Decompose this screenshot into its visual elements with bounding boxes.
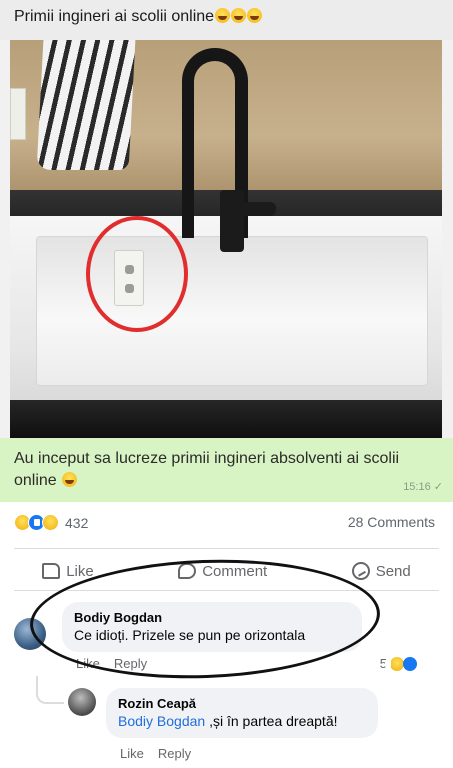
comment-like-button[interactable]: Like	[120, 746, 144, 761]
like-button[interactable]: Like	[42, 563, 94, 580]
like-reaction-icon	[403, 656, 417, 671]
comment-reactions[interactable]: 5	[380, 656, 417, 671]
mention-link[interactable]: Bodiy Bogdan	[118, 713, 205, 729]
laughing-emoji-icon	[215, 8, 231, 23]
faucet-handle	[242, 202, 276, 216]
post-caption: Primii ingineri ai scolii online	[0, 0, 453, 40]
wow-reaction-icon	[42, 514, 59, 531]
caption-text: Primii ingineri ai scolii online	[14, 8, 215, 25]
comment-text: Bodiy Bogdan ,și în partea dreaptă!	[118, 713, 366, 729]
send-label: Send	[375, 562, 411, 580]
avatar[interactable]	[68, 688, 96, 716]
screen: Primii ingineri ai scolii online Au ince…	[0, 0, 453, 768]
reactions-summary[interactable]: 432	[14, 514, 88, 531]
comment-reply-button[interactable]: Reply	[158, 746, 191, 761]
reply-comment: Rozin Ceapă Bodiy Bogdan ,și în partea d…	[68, 688, 438, 768]
switch-plate	[10, 88, 26, 140]
towel	[36, 40, 136, 170]
comment-author[interactable]: Rozin Ceapă	[118, 696, 366, 711]
reply-thread-line	[36, 676, 64, 704]
reply-text: ,și în partea dreaptă!	[205, 713, 338, 729]
laughing-emoji-icon	[62, 472, 78, 487]
message-time: 15:16 ✓	[403, 481, 443, 493]
send-button[interactable]: Send	[351, 562, 411, 580]
comment-bubble: Rozin Ceapă Bodiy Bogdan ,și în partea d…	[106, 688, 378, 738]
haha-reaction-icon	[390, 656, 404, 671]
comment-actions: Like Reply	[120, 746, 191, 761]
counter-front	[10, 400, 442, 438]
divider	[14, 548, 439, 549]
faucet-stem	[220, 190, 244, 252]
post-photo[interactable]	[10, 40, 442, 438]
messenger-send-icon	[351, 562, 370, 580]
laughing-emoji-icon	[247, 8, 263, 23]
message-bubble: Au inceput sa lucreze primii ingineri ab…	[0, 438, 453, 502]
thumbs-up-icon	[42, 563, 61, 579]
red-circle-annotation	[86, 216, 188, 332]
comments-count[interactable]: 28 Comments	[348, 514, 435, 530]
laughing-emoji-icon	[231, 8, 247, 23]
reactions-count: 432	[65, 514, 89, 531]
